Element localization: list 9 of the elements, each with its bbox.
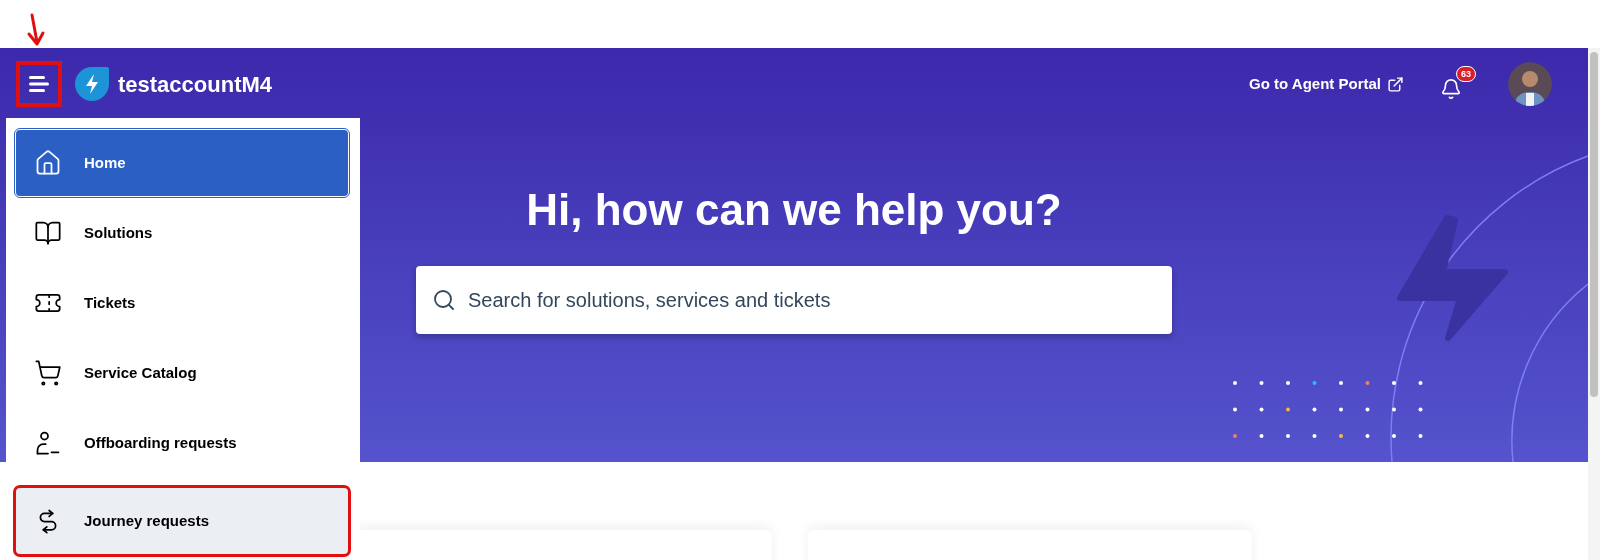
agent-portal-link[interactable]: Go to Agent Portal <box>1249 72 1404 96</box>
notification-button[interactable]: 63 <box>1440 66 1476 102</box>
brand-name: testaccountM4 <box>118 70 273 99</box>
notification-count: 63 <box>1456 66 1476 82</box>
sidebar-item[interactable]: Home <box>16 130 348 196</box>
search-input[interactable]: Search for solutions, services and tickets <box>468 285 1156 315</box>
hero-title: Hi, how can we help you? <box>526 188 1062 232</box>
sidebar-item[interactable]: Journey requests <box>16 488 348 554</box>
search-bar[interactable]: Search for solutions, services and tickets <box>416 266 1172 334</box>
